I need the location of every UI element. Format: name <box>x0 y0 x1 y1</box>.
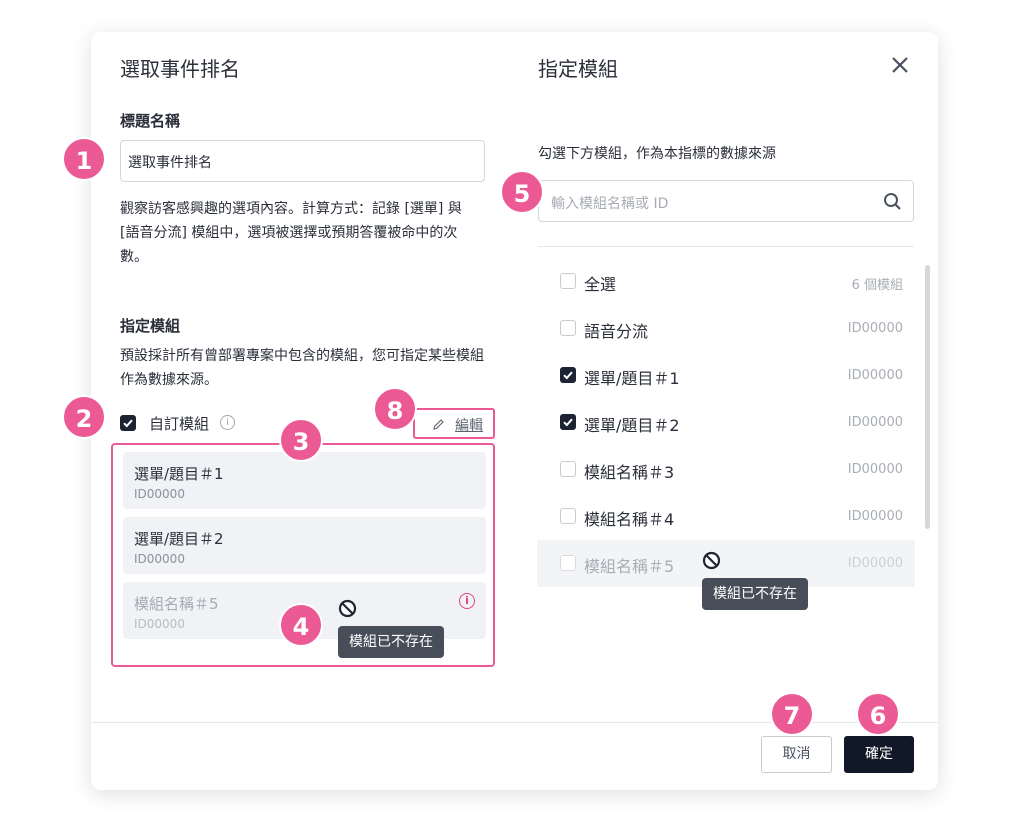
row-meta: ID00000 <box>847 556 903 571</box>
row-checkbox <box>560 555 576 571</box>
row-checkbox[interactable] <box>560 320 576 336</box>
module-missing-tooltip: 模組已不存在 <box>338 626 444 658</box>
row-checkbox[interactable] <box>560 461 576 477</box>
select-all-row[interactable]: 全選 6 個模組 <box>537 258 915 305</box>
annotation-badge-4: 4 <box>279 603 323 647</box>
module-name: 模組名稱＃5 <box>134 595 219 613</box>
title-name-label: 標題名稱 <box>120 112 181 130</box>
edit-highlight: 編輯 <box>413 408 495 439</box>
check-icon <box>563 418 573 427</box>
title-name-input[interactable]: 選取事件排名 <box>120 140 485 182</box>
close-icon[interactable] <box>890 55 910 75</box>
check-icon <box>123 419 133 428</box>
row-checkbox[interactable] <box>560 508 576 524</box>
module-name: 選單/題目＃1 <box>134 465 224 483</box>
module-section-label: 指定模組 <box>120 317 181 335</box>
row-meta: 6 個模組 <box>851 278 903 293</box>
module-row[interactable]: 模組名稱＃3 ID00000 <box>537 446 915 493</box>
title-name-value: 選取事件排名 <box>128 155 212 171</box>
custom-module-checkbox[interactable] <box>120 415 136 431</box>
module-search-input[interactable]: 輸入模組名稱或 ID <box>538 180 914 222</box>
search-icon[interactable] <box>883 192 902 211</box>
module-id: ID00000 <box>134 487 185 501</box>
row-meta: ID00000 <box>847 462 903 477</box>
divider <box>538 246 914 247</box>
confirm-button[interactable]: 確定 <box>844 736 914 773</box>
module-row[interactable]: 選單/題目＃1 ID00000 <box>537 352 915 399</box>
edit-button[interactable]: 編輯 <box>433 415 483 435</box>
selected-module-card: 選單/題目＃2 ID00000 <box>123 517 486 574</box>
module-id: ID00000 <box>134 617 185 631</box>
row-meta: ID00000 <box>847 415 903 430</box>
row-name: 模組名稱＃3 <box>584 463 675 482</box>
row-name: 語音分流 <box>584 322 649 341</box>
row-name: 全選 <box>584 275 617 294</box>
list-scrollbar[interactable] <box>925 265 930 529</box>
annotation-badge-7: 7 <box>770 692 814 736</box>
right-panel-title: 指定模組 <box>538 57 618 81</box>
row-name: 模組名稱＃5 <box>584 557 675 576</box>
check-icon <box>563 371 573 380</box>
warning-info-icon[interactable]: i <box>459 593 475 609</box>
module-row[interactable]: 選單/題目＃2 ID00000 <box>537 399 915 446</box>
annotation-badge-1: 1 <box>62 137 106 181</box>
not-allowed-cursor-icon <box>702 551 721 570</box>
edit-label: 編輯 <box>455 418 483 434</box>
module-dialog: 選取事件排名 標題名稱 選取事件排名 觀察訪客感興趣的選項內容。計算方式：記錄 … <box>91 32 938 790</box>
module-section-description: 預設採計所有曾部署專案中包含的模組，您可指定某些模組作為數據來源。 <box>120 348 484 388</box>
row-checkbox[interactable] <box>560 414 576 430</box>
custom-module-label: 自訂模組 <box>149 415 210 433</box>
not-allowed-cursor-icon <box>338 599 357 618</box>
row-name: 模組名稱＃4 <box>584 510 675 529</box>
annotation-badge-5: 5 <box>500 170 544 214</box>
pencil-icon <box>433 419 444 430</box>
row-meta: ID00000 <box>847 321 903 336</box>
module-name: 選單/題目＃2 <box>134 530 224 548</box>
cancel-button[interactable]: 取消 <box>761 736 832 773</box>
module-row[interactable]: 語音分流 ID00000 <box>537 305 915 352</box>
annotation-badge-8: 8 <box>373 387 417 431</box>
module-row[interactable]: 模組名稱＃4 ID00000 <box>537 493 915 540</box>
left-panel-title: 選取事件排名 <box>120 57 240 81</box>
annotation-badge-2: 2 <box>62 395 106 439</box>
row-checkbox[interactable] <box>560 273 576 289</box>
row-checkbox[interactable] <box>560 367 576 383</box>
title-description: 觀察訪客感興趣的選項內容。計算方式：記錄 [選單] 與 [語音分流] 模組中，選… <box>120 201 462 265</box>
info-icon[interactable]: i <box>220 415 235 430</box>
row-name: 選單/題目＃2 <box>584 416 680 435</box>
annotation-badge-3: 3 <box>279 418 323 462</box>
row-meta: ID00000 <box>847 368 903 383</box>
module-missing-tooltip: 模組已不存在 <box>702 578 808 610</box>
search-placeholder: 輸入模組名稱或 ID <box>551 196 669 212</box>
annotation-badge-6: 6 <box>856 692 900 736</box>
row-name: 選單/題目＃1 <box>584 369 680 388</box>
row-meta: ID00000 <box>847 509 903 524</box>
module-id: ID00000 <box>134 552 185 566</box>
right-description: 勾選下方模組，作為本指標的數據來源 <box>538 146 776 162</box>
